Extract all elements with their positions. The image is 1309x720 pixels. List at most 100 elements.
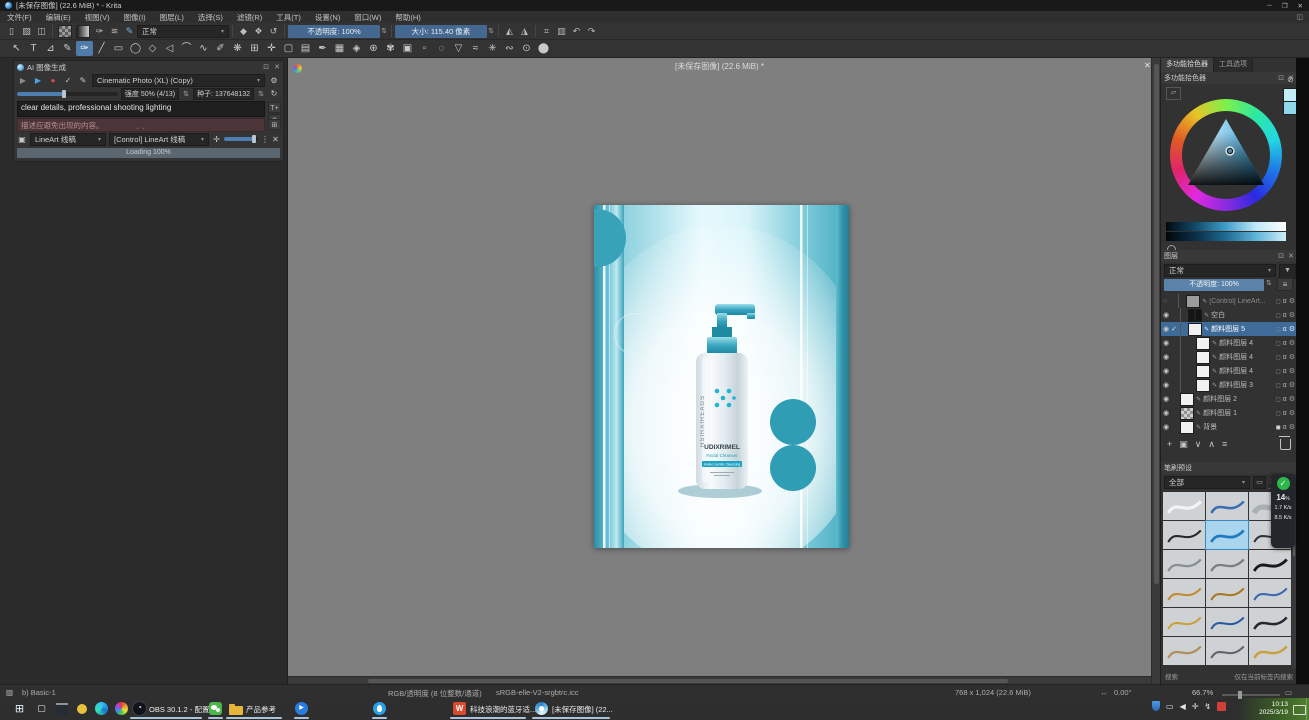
tool-fill[interactable]: ◈ [348, 41, 365, 56]
alpha-icon[interactable] [1283, 368, 1287, 375]
tool-smart-patch[interactable]: ▣ [399, 41, 416, 56]
minimize-button[interactable]: ─ [1267, 2, 1272, 10]
tool-multibrush[interactable]: ❋ [229, 41, 246, 56]
brush-search-label[interactable]: 搜索 [1165, 671, 1178, 681]
mirror-horizontal-button[interactable]: ◭ [502, 24, 517, 38]
menu-view[interactable]: 视图(V) [78, 12, 117, 23]
lock-icon[interactable] [1276, 410, 1281, 417]
layer-row[interactable]: 颜料图层 1 [1161, 406, 1297, 420]
control-strength-slider[interactable] [224, 137, 258, 141]
gear-icon[interactable] [1289, 381, 1295, 389]
no-color-icon[interactable]: ⊘ [1287, 75, 1294, 84]
visibility-icon[interactable] [1163, 423, 1169, 431]
strength-spinner[interactable]: ⇅ [182, 90, 190, 98]
zoom-slider[interactable] [1222, 694, 1280, 696]
layer-row-selected[interactable]: ✓ 颜料图层 5 [1161, 322, 1297, 336]
docker-lock-icon[interactable]: ◫ [1296, 13, 1309, 21]
brush-preset[interactable] [1206, 550, 1248, 578]
edge-browser-icon[interactable] [94, 701, 109, 716]
alpha-icon[interactable] [1283, 340, 1287, 347]
background-color-swatch[interactable] [1283, 101, 1297, 115]
search-scope-label[interactable]: 仅在当前标签内搜索 [1235, 671, 1294, 681]
browser-doc-icon[interactable]: W [452, 701, 467, 716]
menu-image[interactable]: 图像(I) [117, 12, 153, 23]
brush-preset[interactable] [1206, 579, 1248, 607]
tool-rect-select[interactable]: ▫ [416, 41, 433, 56]
alpha-icon[interactable] [1283, 424, 1287, 431]
visibility-icon[interactable] [1163, 381, 1169, 389]
alpha-icon[interactable] [1283, 298, 1287, 305]
wrap-around-button[interactable]: ⌗ [539, 24, 554, 38]
tray-app-icon[interactable] [1217, 702, 1226, 711]
brush-view-mode-button[interactable]: ▭ [1253, 476, 1266, 489]
maximize-button[interactable]: ❐ [1282, 2, 1288, 10]
obs-icon[interactable]: ◔ [132, 701, 147, 716]
layer-list-menu-button[interactable]: ≡ [1277, 278, 1293, 291]
tool-pan[interactable]: ⬤ [535, 41, 552, 56]
tool-text[interactable]: T [25, 41, 42, 56]
brush-preset[interactable] [1249, 579, 1291, 607]
brush-preset[interactable] [1163, 579, 1205, 607]
visibility-icon[interactable] [1163, 409, 1169, 417]
brush-size-slider[interactable]: 大小: 115.40 像素 [395, 25, 487, 38]
visibility-icon[interactable] [1163, 339, 1169, 347]
apply-button[interactable]: ✓ [62, 76, 74, 85]
tool-dynamic-brush[interactable]: ✐ [212, 41, 229, 56]
generate-button[interactable]: ▶ [32, 76, 44, 85]
blending-mode-select[interactable]: 正常 ▾ [137, 25, 229, 38]
visibility-icon[interactable] [1163, 353, 1169, 361]
lock-icon[interactable] [1276, 424, 1281, 431]
workflow-menu-button[interactable]: ▶ [17, 76, 29, 85]
float-docker-icon[interactable]: ⊡ [1278, 252, 1284, 260]
brush-preset[interactable] [1163, 492, 1205, 520]
layer-properties-button[interactable]: ≡ [1222, 439, 1227, 449]
krita-task-label[interactable]: [未保存图像] (22... [552, 704, 613, 715]
tool-ellipse-select[interactable]: ◌ [433, 41, 450, 56]
open-document-button[interactable]: ▧ [19, 24, 34, 38]
layer-row[interactable]: 颜料图层 4 [1161, 336, 1297, 350]
player-icon[interactable]: ▶ [294, 701, 309, 716]
tool-ellipse[interactable]: ◯ [127, 41, 144, 56]
tool-color-sampler[interactable]: ✒ [314, 41, 331, 56]
brush-preset-chooser[interactable]: ✑ [92, 24, 107, 38]
style-preset-select[interactable]: Cinematic Photo (XL) (Copy) ▾ [92, 74, 265, 87]
defender-shield-icon[interactable] [1152, 701, 1160, 711]
control-menu-icon[interactable]: ⋮ [261, 135, 268, 144]
float-docker-icon[interactable]: ⊡ [263, 63, 269, 71]
selection-mode-icon[interactable]: ▨ [6, 688, 13, 697]
tool-calligraphy[interactable]: ✎ [59, 41, 76, 56]
lock-icon[interactable] [1276, 382, 1281, 389]
tool-line[interactable]: ╱ [93, 41, 110, 56]
tab-tool-options[interactable]: 工具选项 [1214, 58, 1253, 72]
brush-preset[interactable] [1163, 637, 1205, 665]
menu-edit[interactable]: 编辑(E) [39, 12, 78, 23]
gear-icon[interactable] [1289, 409, 1295, 417]
visibility-icon[interactable] [1163, 311, 1169, 319]
layer-row[interactable]: 颜料图层 4 [1161, 350, 1297, 364]
layer-row[interactable]: 背景 [1161, 420, 1297, 434]
lock-icon[interactable] [1276, 298, 1281, 305]
terminal-icon[interactable] [54, 701, 69, 716]
gear-icon[interactable] [1289, 395, 1295, 403]
gradient-edit-button[interactable]: ≋ [107, 24, 122, 38]
redo-button[interactable]: ↷ [584, 24, 599, 38]
menu-layer[interactable]: 图层(L) [153, 12, 191, 23]
menu-settings[interactable]: 设置(N) [308, 12, 347, 23]
reload-preset-button[interactable]: ↺ [266, 24, 281, 38]
size-spinner[interactable]: ⇅ [487, 27, 495, 35]
layer-row[interactable]: 颜料图层 3 [1161, 378, 1297, 392]
duplicate-layer-button[interactable]: ▣ [1179, 439, 1188, 450]
brush-preset[interactable] [1206, 637, 1248, 665]
shade-strip-2[interactable] [1166, 232, 1286, 241]
record-region-button[interactable]: ● [47, 76, 59, 85]
app-icon-sphere[interactable] [114, 701, 129, 716]
folder-icon[interactable] [228, 701, 243, 716]
canvas-area[interactable]: [未保存图像] (22.6 MiB) * ✕ [288, 58, 1151, 676]
lock-icon[interactable] [1276, 396, 1281, 403]
tool-edit-shapes[interactable]: ⊿ [42, 41, 59, 56]
tool-freehand-brush[interactable]: ✑ [76, 41, 93, 56]
display-tray-icon[interactable]: ▭ [1166, 702, 1174, 711]
subwindow-close-icon[interactable]: ✕ [1144, 61, 1151, 70]
tool-enclose-fill[interactable]: ⊕ [365, 41, 382, 56]
gear-icon[interactable] [1289, 339, 1295, 347]
